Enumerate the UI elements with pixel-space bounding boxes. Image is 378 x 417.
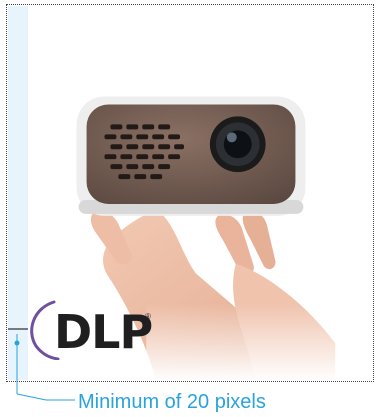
margin-guide-lines <box>8 328 75 401</box>
margin-annotation-caption: Minimum of 20 pixels <box>78 391 266 413</box>
